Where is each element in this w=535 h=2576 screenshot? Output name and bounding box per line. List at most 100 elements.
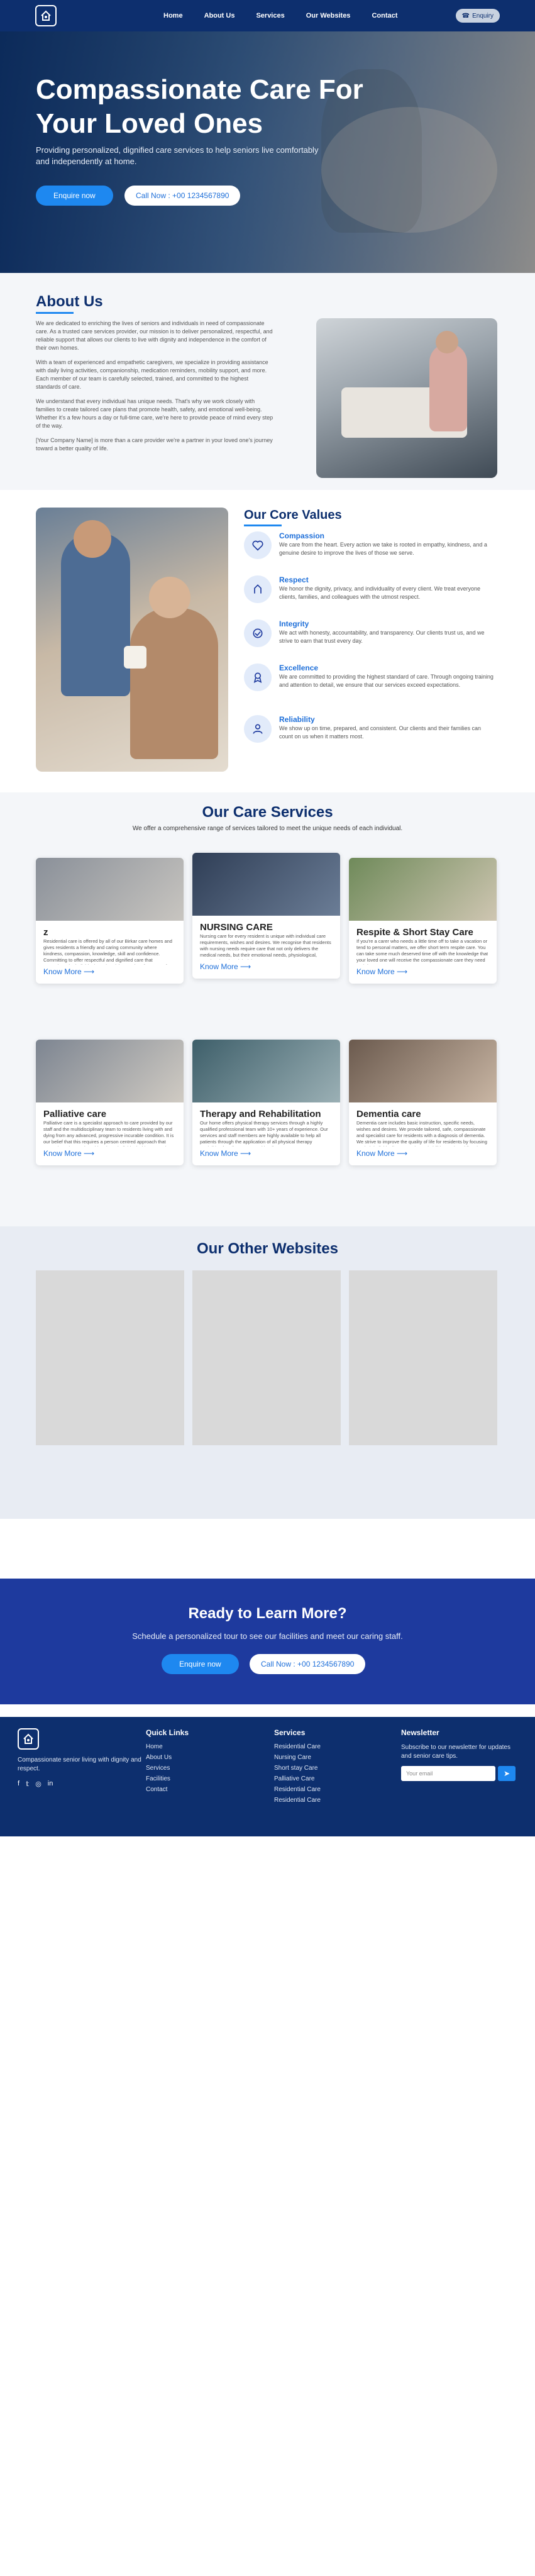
services-section: Our Care Services We offer a comprehensi… — [0, 792, 535, 1226]
footer-newsletter: Newsletter Subscribe to our newsletter f… — [401, 1728, 521, 1781]
user-shield-icon — [244, 715, 272, 743]
footer-services-title: Services — [274, 1728, 306, 1737]
footer-service-link[interactable]: Palliative Care — [274, 1775, 321, 1782]
about-paragraph: [Your Company Name] is more than a care … — [36, 437, 273, 452]
footer-logo-house-icon[interactable] — [18, 1728, 39, 1750]
twitter-icon[interactable]: 𝕥 — [26, 1780, 29, 1788]
footer-tagline: Compassionate senior living with dignity… — [18, 1757, 141, 1772]
value-item: Integrity We act with honesty, accountab… — [244, 619, 495, 663]
footer-link[interactable]: Home — [146, 1743, 189, 1750]
hero-enquire-button[interactable]: Enquire now — [36, 186, 113, 206]
hands-icon — [244, 575, 272, 603]
value-desc: We honor the dignity, privacy, and indiv… — [279, 586, 480, 600]
service-card-title: z — [43, 927, 48, 938]
service-card-desc: Our home offers physical therapy service… — [200, 1120, 328, 1146]
know-more-link[interactable]: Know More ⟶ — [43, 967, 94, 976]
know-more-link[interactable]: Know More ⟶ — [200, 1149, 251, 1158]
know-more-label: Know More — [200, 962, 238, 971]
footer-service-link[interactable]: Residential Care — [274, 1743, 321, 1750]
website-placeholder[interactable] — [349, 1270, 497, 1445]
know-more-link[interactable]: Know More ⟶ — [356, 1149, 407, 1158]
footer-link[interactable]: Services — [146, 1765, 189, 1772]
footer-link[interactable]: Contact — [146, 1786, 189, 1793]
nav-contact-link[interactable]: Contact — [372, 12, 397, 19]
values-photo — [36, 508, 228, 772]
services-subtitle: We offer a comprehensive range of servic… — [132, 825, 403, 832]
enquiry-button[interactable]: ☎ Enquiry — [455, 9, 500, 23]
value-item: Excellence We are committed to providing… — [244, 663, 495, 708]
service-card-photo — [36, 1040, 184, 1102]
send-icon[interactable]: ➤ — [498, 1766, 516, 1781]
footer-service-link[interactable]: Short stay Care — [274, 1765, 321, 1772]
know-more-link[interactable]: Know More ⟶ — [200, 962, 251, 971]
value-title: Compassion — [279, 531, 325, 540]
arrow-right-icon: ⟶ — [397, 1149, 408, 1158]
top-nav: Home About Us Services Our Websites Cont… — [0, 0, 535, 31]
other-websites-section: Our Other Websites — [0, 1226, 535, 1519]
nav-about-link[interactable]: About Us — [204, 12, 235, 19]
cta-section: Ready to Learn More? Schedule a personal… — [0, 1579, 535, 1704]
website-placeholder[interactable] — [192, 1270, 341, 1445]
value-item: Reliability We show up on time, prepared… — [244, 715, 495, 759]
value-desc: We act with honesty, accountability, and… — [279, 630, 485, 644]
service-card: Palliative care Palliative care is a spe… — [36, 1040, 184, 1165]
footer-link[interactable]: About Us — [146, 1754, 189, 1761]
nav-services-link[interactable]: Services — [256, 12, 284, 19]
footer-brand: Compassionate senior living with dignity… — [18, 1728, 143, 1788]
service-card-photo — [192, 853, 340, 916]
service-card-title: Dementia care — [356, 1109, 421, 1119]
hero-title: Compassionate Care For Your Loved Ones — [36, 74, 363, 139]
hero-call-button[interactable]: Call Now : +00 1234567890 — [124, 186, 241, 206]
newsletter-email-input[interactable]: Your email — [401, 1766, 495, 1781]
footer-service-link[interactable]: Residential Care — [274, 1797, 321, 1804]
service-card-desc: If you're a carer who needs a little tim… — [356, 938, 488, 965]
about-photo — [316, 318, 497, 478]
logo-house-icon[interactable] — [35, 5, 57, 26]
arrow-right-icon: ⟶ — [240, 1149, 251, 1158]
newsletter-desc: Subscribe to our newsletter for updates … — [401, 1744, 510, 1760]
service-card-title: Palliative care — [43, 1109, 107, 1119]
about-paragraph: We are dedicated to enriching the lives … — [36, 320, 273, 351]
footer-link[interactable]: Facilities — [146, 1775, 189, 1782]
service-card-desc: Dementia care includes basic instruction… — [356, 1120, 487, 1146]
value-desc: We show up on time, prepared, and consis… — [279, 725, 481, 740]
value-title: Excellence — [279, 663, 319, 672]
about-text: We are dedicated to enriching the lives … — [36, 319, 275, 459]
facebook-icon[interactable]: f — [18, 1780, 19, 1788]
about-title-underline — [36, 312, 74, 314]
service-card: NURSING CARE Nursing care for every resi… — [192, 853, 340, 979]
service-card: Dementia care Dementia care includes bas… — [349, 1040, 497, 1165]
service-card-title: Respite & Short Stay Care — [356, 927, 473, 938]
arrow-right-icon: ⟶ — [240, 962, 251, 971]
service-card-photo — [349, 1040, 497, 1102]
hero-section: Compassionate Care For Your Loved Ones P… — [0, 31, 535, 273]
about-section: About Us We are dedicated to enriching t… — [0, 273, 535, 490]
other-websites-title: Our Other Websites — [197, 1240, 338, 1257]
website-placeholder[interactable] — [36, 1270, 184, 1445]
nav-home-link[interactable]: Home — [163, 12, 183, 19]
know-more-label: Know More — [356, 1149, 395, 1158]
cta-enquire-button[interactable]: Enquire now — [162, 1654, 239, 1674]
value-title: Respect — [279, 575, 309, 584]
footer-service-link[interactable]: Residential Care — [274, 1786, 321, 1793]
about-paragraph: We understand that every individual has … — [36, 398, 273, 429]
cta-subtitle: Schedule a personalized tour to see our … — [132, 1631, 403, 1641]
service-card-photo — [192, 1040, 340, 1102]
arrow-right-icon: ⟶ — [84, 967, 95, 976]
value-title: Reliability — [279, 715, 315, 724]
linkedin-icon[interactable]: in — [48, 1780, 53, 1788]
service-card-desc: Nursing care for every resident is uniqu… — [200, 933, 331, 960]
about-paragraph: With a team of experienced and empatheti… — [36, 359, 268, 390]
footer: Compassionate senior living with dignity… — [0, 1717, 535, 1836]
cta-call-button[interactable]: Call Now : +00 1234567890 — [250, 1654, 366, 1674]
know-more-link[interactable]: Know More ⟶ — [356, 967, 407, 976]
hero-subtitle: Providing personalized, dignified care s… — [36, 145, 319, 166]
footer-service-link[interactable]: Nursing Care — [274, 1754, 321, 1761]
phone-icon: ☎ — [461, 12, 470, 19]
nav-websites-link[interactable]: Our Websites — [306, 12, 351, 19]
know-more-link[interactable]: Know More ⟶ — [43, 1149, 94, 1158]
services-title: Our Care Services — [202, 804, 333, 821]
value-item: Compassion We care from the heart. Every… — [244, 531, 495, 575]
service-card: z Residential care is offered by all of … — [36, 858, 184, 984]
instagram-icon[interactable]: ◎ — [35, 1780, 41, 1788]
